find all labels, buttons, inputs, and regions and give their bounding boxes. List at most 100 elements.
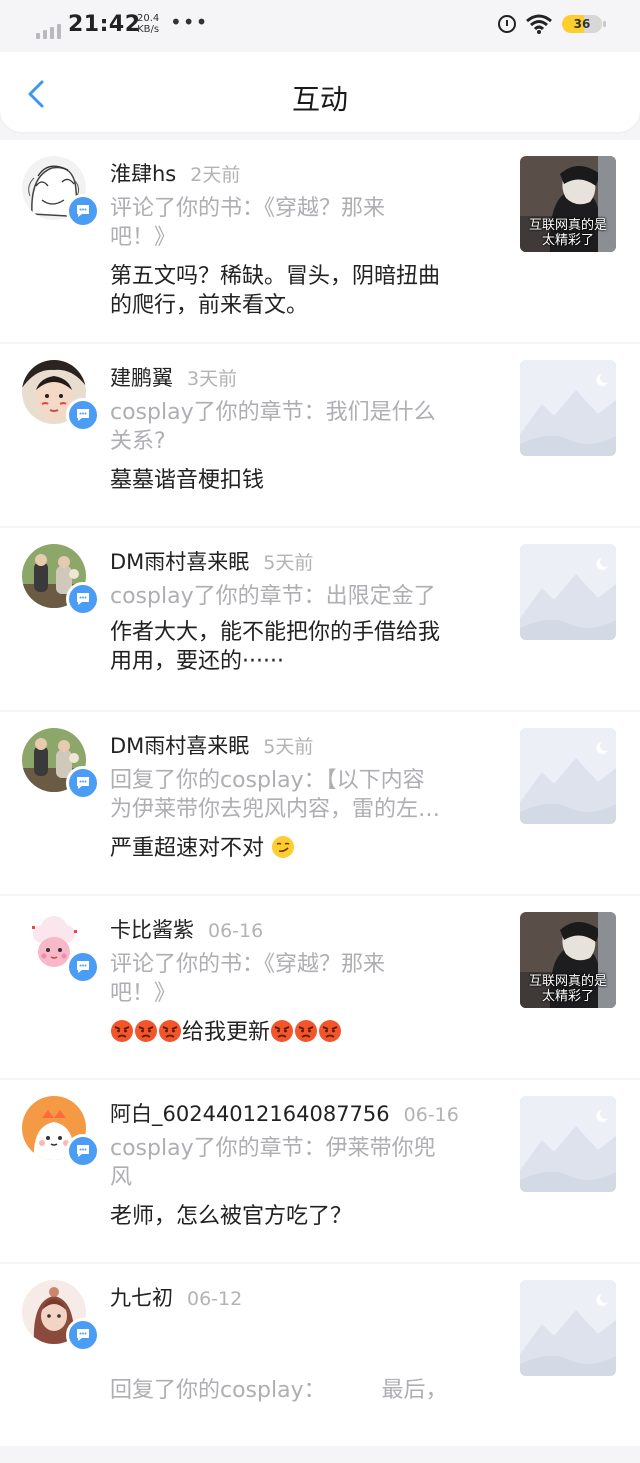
angry-emoji-icon <box>159 1020 181 1042</box>
avatar[interactable] <box>22 728 100 800</box>
cover-caption: 互联网真的是 太精彩了 <box>528 974 607 1004</box>
more-notifications-icon: ••• <box>170 10 209 34</box>
angry-emoji-icon <box>319 1020 342 1042</box>
action-line: 为伊莱带你去兜风内容，雷的左… <box>110 797 441 822</box>
action-text: 评论了你的书：《穿越？那来 吧！》 <box>110 950 480 1008</box>
list-item[interactable]: 淮肆hs 2天前 评论了你的书：《穿越？那来 吧！》 第五文吗？稀缺。冒头，阴暗扭… <box>0 140 640 342</box>
header: 互动 <box>0 52 640 132</box>
content-line: 墓墓谐音梗扣钱 <box>110 468 265 493</box>
timestamp: 06-16 <box>208 920 264 942</box>
network-speed: 20.4 KB/s <box>137 13 159 35</box>
username-text: 卡比酱紫 <box>110 918 194 942</box>
content-line: 用用，要还的······ <box>110 649 284 674</box>
username-text: DM雨村喜来眠 <box>110 550 250 574</box>
content-line: 严重超速对不对 <box>110 836 265 861</box>
content-line: 作者大大，能不能把你的手借给我 <box>110 620 441 645</box>
comment-content: 墓墓谐音梗扣钱 <box>110 466 490 495</box>
list-item[interactable]: 卡比酱紫 06-16 评论了你的书：《穿越？那来 吧！》 给我更新 互联网真的是 … <box>0 896 640 1078</box>
list-item[interactable]: 建鹏翼 3天前 cosplay了你的章节：我们是什么 关系? 墓墓谐音梗扣钱 <box>0 344 640 526</box>
comment-icon <box>66 582 100 616</box>
avatar[interactable] <box>22 156 100 228</box>
mountain-image-icon <box>520 544 616 640</box>
battery-icon: 36 <box>562 15 606 33</box>
comment-icon <box>66 1318 100 1352</box>
image-placeholder[interactable] <box>520 1280 616 1376</box>
avatar[interactable] <box>22 360 100 432</box>
username-text: 淮肆hs <box>110 162 177 186</box>
avatar[interactable] <box>22 912 100 984</box>
image-placeholder[interactable] <box>520 728 616 824</box>
angry-emoji-icon <box>111 1020 133 1042</box>
timestamp: 3天前 <box>187 368 238 390</box>
mountain-image-icon <box>520 1096 616 1192</box>
username[interactable]: 九七初 06-12 <box>110 1282 242 1312</box>
comment-content: 给我更新 <box>110 1018 490 1047</box>
action-line: cosplay了你的章节：伊莱带你兜 <box>110 1136 436 1161</box>
action-line: cosplay了你的章节：出限定金了 <box>110 584 436 609</box>
comment-icon <box>66 194 100 228</box>
book-cover-thumbnail[interactable]: 互联网真的是 太精彩了 <box>520 912 616 1008</box>
username[interactable]: 建鹏翼 3天前 <box>110 362 237 392</box>
username-text: DM雨村喜来眠 <box>110 734 250 758</box>
comment-icon <box>66 950 100 984</box>
list-item[interactable]: DM雨村喜来眠 5天前 回复了你的cosplay：【以下内容 为伊莱带你去兜风内容… <box>0 712 640 894</box>
network-speed-value: 20.4 <box>137 13 160 24</box>
content-line: 给我更新 <box>182 1020 271 1045</box>
username[interactable]: DM雨村喜来眠 5天前 <box>110 730 313 760</box>
book-cover-thumbnail[interactable]: 互联网真的是 太精彩了 <box>520 156 616 252</box>
image-placeholder[interactable] <box>520 360 616 456</box>
timestamp: 5天前 <box>263 736 314 758</box>
action-line: 评论了你的书：《穿越？那来 <box>110 952 386 977</box>
interaction-list: 淮肆hs 2天前 评论了你的书：《穿越？那来 吧！》 第五文吗？稀缺。冒头，阴暗扭… <box>0 140 640 1448</box>
smirk-emoji-icon <box>272 836 295 858</box>
avatar[interactable] <box>22 544 100 616</box>
list-item[interactable]: 阿白_60244012164087756 06-16 cosplay了你的章节：伊… <box>0 1080 640 1262</box>
image-placeholder[interactable] <box>520 1096 616 1192</box>
action-line: cosplay了你的章节：我们是什么 <box>110 400 436 425</box>
timestamp: 06-12 <box>187 1288 243 1310</box>
comment-icon <box>66 398 100 432</box>
comment-content: 作者大大，能不能把你的手借给我 用用，要还的······ <box>110 618 490 676</box>
action-line: 回复了你的cosplay： 最后， <box>110 1378 448 1403</box>
action-line: 风 <box>110 1165 133 1190</box>
comment-content: 严重超速对不对 <box>110 834 490 863</box>
username[interactable]: DM雨村喜来眠 5天前 <box>110 546 313 576</box>
mountain-image-icon <box>520 360 616 456</box>
action-text: cosplay了你的章节：伊莱带你兜 风 <box>110 1134 480 1192</box>
username-text: 阿白_60244012164087756 <box>110 1102 390 1126</box>
status-bar: 21:42 20.4 KB/s ••• 36 <box>0 0 640 52</box>
mountain-image-icon <box>520 1280 616 1376</box>
comment-content: 第五文吗？稀缺。冒头，阴暗扭曲 的爬行，前来看文。 <box>110 262 490 320</box>
avatar[interactable] <box>22 1280 100 1352</box>
image-placeholder[interactable] <box>520 544 616 640</box>
action-text: cosplay了你的章节：我们是什么 关系? <box>110 398 480 456</box>
action-line: 回复了你的cosplay：【以下内容 <box>110 768 425 793</box>
avatar[interactable] <box>22 1096 100 1168</box>
signal-icon <box>36 24 61 39</box>
timestamp: 5天前 <box>263 552 314 574</box>
username[interactable]: 阿白_60244012164087756 06-16 <box>110 1098 459 1128</box>
action-text: cosplay了你的章节：出限定金了 <box>110 582 480 611</box>
action-text: 回复了你的cosplay：【以下内容 为伊莱带你去兜风内容，雷的左… <box>110 766 480 824</box>
action-text: 回复了你的cosplay： 最后， <box>110 1318 480 1463</box>
battery-level: 36 <box>573 17 591 31</box>
content-line: 第五文吗？稀缺。冒头，阴暗扭曲 <box>110 264 441 289</box>
username-text: 建鹏翼 <box>110 366 173 390</box>
list-item[interactable]: 九七初 06-12 回复了你的cosplay： 最后， <box>0 1264 640 1446</box>
comment-icon <box>66 766 100 800</box>
status-time: 21:42 <box>68 12 141 37</box>
page-title: 互动 <box>291 83 348 116</box>
username-text: 九七初 <box>110 1286 173 1310</box>
network-speed-unit: KB/s <box>137 24 160 35</box>
action-line: 吧！》 <box>110 225 177 250</box>
list-item[interactable]: DM雨村喜来眠 5天前 cosplay了你的章节：出限定金了 作者大大，能不能把你… <box>0 528 640 710</box>
content-line: 老师，怎么被官方吃了？ <box>110 1204 353 1229</box>
wifi-icon <box>526 14 552 34</box>
username[interactable]: 淮肆hs 2天前 <box>110 158 240 188</box>
content-line: 的爬行，前来看文。 <box>110 293 309 318</box>
angry-emoji-icon <box>271 1020 294 1042</box>
mountain-image-icon <box>520 728 616 824</box>
timestamp: 06-16 <box>403 1104 459 1126</box>
username[interactable]: 卡比酱紫 06-16 <box>110 914 263 944</box>
comment-icon <box>66 1134 100 1168</box>
